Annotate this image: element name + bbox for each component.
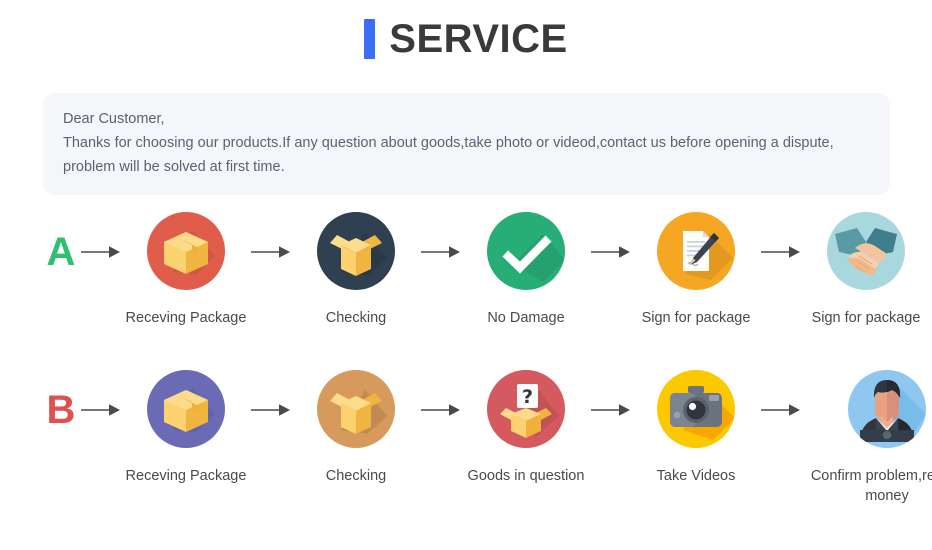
flow-step: Checking — [294, 370, 418, 486]
arrow-right-icon — [78, 370, 124, 450]
camera-icon — [657, 370, 735, 448]
flow-step-label: Receving Package — [125, 310, 247, 326]
flow-step: Confirm problem,refund money — [804, 370, 932, 506]
flow-step: Sign for package — [804, 212, 928, 328]
flow-step-label: Checking — [325, 310, 387, 326]
question-box-icon: ? — [487, 370, 565, 448]
open-box-icon — [317, 370, 395, 448]
flow-step: Receving Package — [124, 370, 248, 486]
flow-step-label: Sign for package — [641, 310, 751, 326]
open-box-icon — [317, 212, 395, 290]
package-box-icon — [147, 370, 225, 448]
flow-row-b: B Receving Package Checking ? Goods in q… — [0, 370, 932, 506]
title-accent-bar — [364, 19, 376, 59]
document-pen-icon — [657, 212, 735, 290]
arrow-right-icon — [758, 212, 804, 292]
flow-row-a: A Receving Package Checking No Damage Si… — [0, 212, 932, 328]
flow-step-label: Confirm problem,refund money — [810, 468, 932, 504]
arrow-right-icon — [248, 212, 294, 292]
flow-step-label: Sign for package — [811, 310, 921, 326]
flow-step: ? Goods in question — [464, 370, 588, 486]
flow-step: No Damage — [464, 212, 588, 328]
page-title-text: SERVICE — [389, 17, 568, 61]
flow-step-label: Receving Package — [125, 468, 247, 484]
svg-text:?: ? — [522, 386, 533, 408]
flow-step-label: Goods in question — [467, 468, 585, 484]
check-mark-icon — [487, 212, 565, 290]
arrow-right-icon — [418, 370, 464, 450]
package-box-icon — [147, 212, 225, 290]
arrow-right-icon — [758, 370, 804, 450]
page-title: SERVICE — [0, 0, 932, 61]
flow-letter-a: A — [46, 230, 76, 274]
flow-step: Take Videos — [634, 370, 758, 486]
arrow-right-icon — [78, 212, 124, 292]
customer-notice-box: Dear Customer, Thanks for choosing our p… — [43, 93, 890, 195]
flow-step-label: No Damage — [487, 310, 565, 326]
arrow-right-icon — [588, 212, 634, 292]
notice-line-3: problem will be solved at first time. — [63, 159, 285, 175]
flow-step: Checking — [294, 212, 418, 328]
handshake-icon — [827, 212, 905, 290]
flow-step-label: Checking — [325, 468, 387, 484]
flow-letter-b: B — [46, 388, 76, 432]
flow-step: Receving Package — [124, 212, 248, 328]
flow-step: Sign for package — [634, 212, 758, 328]
notice-line-1: Dear Customer, — [63, 111, 165, 127]
arrow-right-icon — [588, 370, 634, 450]
notice-line-2: Thanks for choosing our products.If any … — [63, 135, 834, 151]
arrow-right-icon — [418, 212, 464, 292]
flow-step-label: Take Videos — [656, 468, 736, 484]
person-avatar-icon — [848, 370, 926, 448]
arrow-right-icon — [248, 370, 294, 450]
